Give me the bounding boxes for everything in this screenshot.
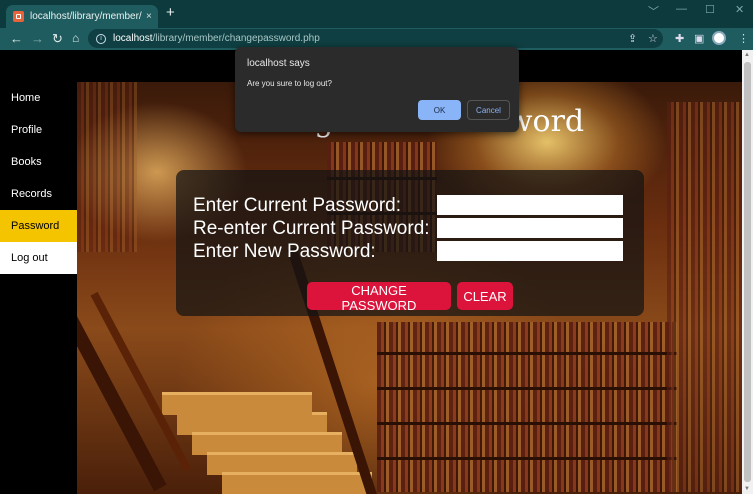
browser-tab[interactable]: localhost/library/member/change × — [6, 5, 158, 28]
back-icon[interactable]: ← — [10, 31, 23, 46]
clear-button[interactable]: CLEAR — [457, 282, 513, 310]
sidebar-item-books[interactable]: Books — [0, 146, 77, 178]
tab-bar: localhost/library/member/change × + ﹀ — … — [0, 0, 753, 28]
share-icon[interactable]: ⇪ — [628, 32, 637, 45]
sidebar-item-home[interactable]: Home — [0, 82, 77, 114]
ok-button[interactable]: OK — [418, 100, 461, 120]
reenter-password-label: Re-enter Current Password: — [193, 218, 430, 239]
site-favicon-icon — [13, 11, 24, 22]
info-icon[interactable]: i — [96, 33, 106, 44]
close-window-icon[interactable]: ✕ — [735, 3, 744, 16]
address-bar[interactable]: i localhost/library/member/changepasswor… — [88, 29, 663, 48]
profile-avatar[interactable] — [712, 31, 726, 45]
scroll-thumb[interactable] — [744, 62, 751, 482]
sidepanel-icon[interactable]: ▣ — [694, 32, 704, 45]
sidebar-item-password[interactable]: Password — [0, 210, 77, 242]
sidebar-item-records[interactable]: Records — [0, 178, 77, 210]
tab-search-icon[interactable]: ﹀ — [648, 3, 659, 19]
cancel-button[interactable]: Cancel — [467, 100, 510, 120]
url-path: /library/member/changepassword.php — [152, 33, 320, 44]
extensions-icon[interactable]: ✚ — [675, 32, 684, 45]
reenter-password-input[interactable] — [437, 218, 623, 238]
reload-icon[interactable]: ↻ — [52, 31, 63, 47]
sidebar-item-logout[interactable]: Log out — [0, 242, 77, 274]
dialog-message: Are you sure to log out? — [247, 79, 332, 88]
new-tab-button[interactable]: + — [166, 4, 175, 21]
confirm-dialog: localhost says Are you sure to log out? … — [235, 47, 519, 132]
maximize-icon[interactable]: ☐ — [705, 3, 715, 16]
sidebar-item-profile[interactable]: Profile — [0, 114, 77, 146]
sidebar-nav: Home Profile Books Records Password Log … — [0, 82, 77, 274]
new-password-label: Enter New Password: — [193, 241, 376, 262]
change-password-button[interactable]: CHANGE PASSWORD — [307, 282, 451, 313]
tab-title: localhost/library/member/change — [30, 11, 142, 22]
minimize-icon[interactable]: — — [676, 3, 687, 15]
dialog-title: localhost says — [247, 58, 310, 69]
tab-close-icon[interactable]: × — [146, 11, 152, 22]
star-icon[interactable]: ☆ — [648, 32, 658, 45]
page-scrollbar[interactable]: ▲ ▼ — [742, 50, 753, 494]
new-password-input[interactable] — [437, 241, 623, 261]
url-host: localhost — [113, 33, 153, 44]
scroll-down-icon[interactable]: ▼ — [744, 486, 750, 492]
current-password-label: Enter Current Password: — [193, 195, 402, 216]
scroll-up-icon[interactable]: ▲ — [744, 52, 750, 58]
current-password-input[interactable] — [437, 195, 623, 215]
menu-icon[interactable]: ⋮ — [738, 32, 749, 45]
forward-icon[interactable]: → — [31, 31, 44, 46]
home-icon[interactable]: ⌂ — [72, 31, 79, 45]
